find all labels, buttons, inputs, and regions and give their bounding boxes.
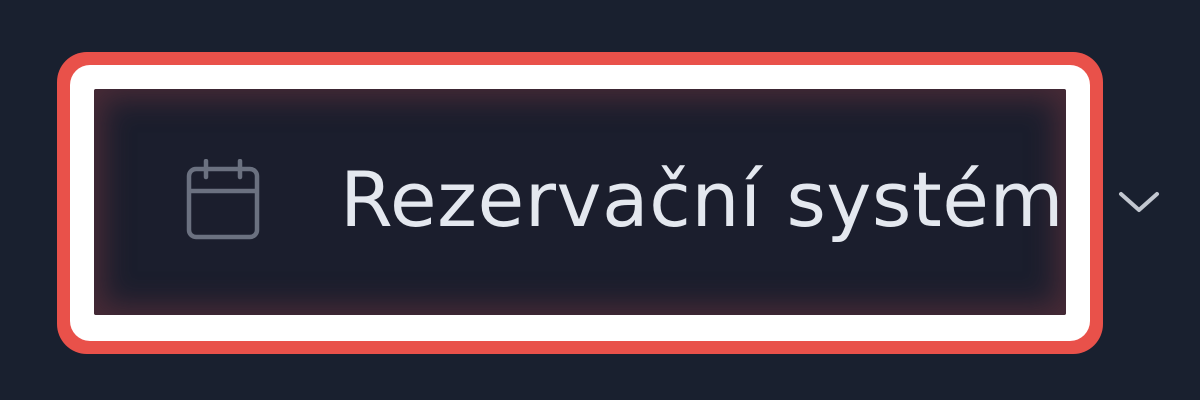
- sidebar-item-label: Rezervační systém: [340, 155, 1065, 244]
- sidebar-panel: Rezervační systém: [0, 0, 1200, 400]
- chevron-down-icon[interactable]: [1116, 184, 1162, 218]
- calendar-icon: [186, 159, 260, 240]
